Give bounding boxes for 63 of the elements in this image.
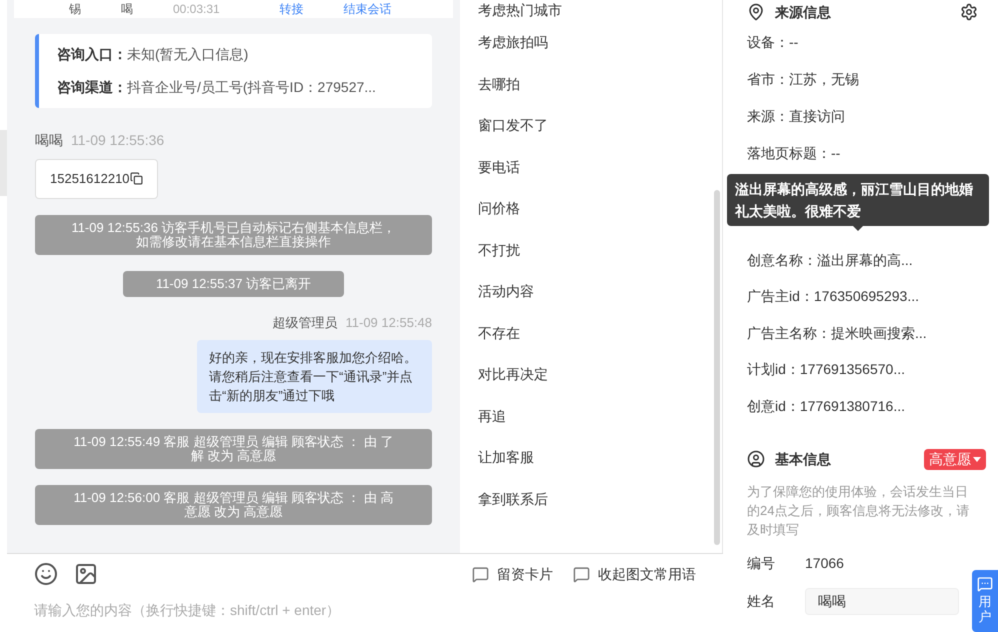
source-info: 设备：-- <box>747 33 800 52</box>
user-icon <box>747 450 765 468</box>
quick-phrase[interactable]: 考虑热门城市 <box>478 0 714 22</box>
status-dropdown[interactable]: 高意愿 <box>924 448 986 470</box>
agent-name: 喝 <box>121 2 133 16</box>
location-pin-icon <box>747 3 765 21</box>
sender-name: 超级管理员 <box>272 314 338 332</box>
source-info: 广告主名称：提米映画搜索... <box>747 324 928 343</box>
quick-phrase[interactable]: 再追 <box>478 396 714 437</box>
comment-icon <box>472 566 489 582</box>
source-info: 计划id：177691356570... <box>747 360 906 380</box>
field-value: 17066 <box>805 554 844 572</box>
scrollbar[interactable] <box>714 190 720 545</box>
tooltip: 溢出屏幕的高级感，丽江雪山目的地婚礼太美啦。很难不爱 <box>727 174 989 226</box>
source-info: 来源：直接访问 <box>747 107 846 126</box>
field-label: 姓名 <box>747 592 776 610</box>
source-info: 创意名称：溢出屏幕的高... <box>747 250 914 270</box>
quick-phrase[interactable]: 对比再决定 <box>478 354 714 396</box>
quick-phrase[interactable]: 不存在 <box>478 312 714 354</box>
session-duration: 00:03:31 <box>173 2 220 16</box>
system-message: 11-09 12:55:37 访客已离开 <box>122 270 344 296</box>
quick-phrase[interactable]: 让加客服 <box>478 437 714 478</box>
message-time: 11-09 12:55:48 <box>346 314 432 332</box>
source-info: 创意id：177691380716... <box>747 396 906 416</box>
message-time: 11-09 12:55:36 <box>71 131 164 150</box>
quick-phrase[interactable]: 活动内容 <box>478 271 714 312</box>
name-field[interactable]: 喝喝 <box>805 588 959 614</box>
quick-phrase[interactable]: 考虑旅拍吗 <box>478 22 714 64</box>
system-message: 11-09 12:55:36 访客手机号已自动标记右侧基本信息栏，如需修改请在基本信息栏直接操作 <box>35 214 432 254</box>
visitor-name: 锡 <box>69 2 81 16</box>
quick-phrase[interactable]: 窗口发不了 <box>478 105 714 146</box>
sender-name: 喝喝 <box>35 131 63 150</box>
consult-info: 咨询渠道：抖音企业号/员工号(抖音号ID：279527... <box>57 78 377 97</box>
quick-phrase[interactable]: 拿到联系后 <box>478 478 714 520</box>
section-title: 基本信息 <box>775 450 831 468</box>
toolbar-button[interactable]: 收起图文常用语 <box>573 564 696 584</box>
source-info: 省市：江苏，无锡 <box>747 70 860 89</box>
message-bubble: 15251612210 <box>35 159 158 198</box>
copy-icon[interactable] <box>130 172 143 186</box>
message-bubble: 好的亲，现在安排客服加您介绍哈。请您稍后注意查看一下“通讯录”并点击“新的朋友”通过下哦 <box>197 340 432 413</box>
notice-text: 为了保障您的使用体验，会话发生当日的24点之后，顾客信息将无法修改，请及时填写 <box>747 482 970 538</box>
source-info: 广告主id：176350695293... <box>747 287 920 306</box>
chat-icon <box>977 576 993 592</box>
header-link[interactable]: 结束会话 <box>344 2 392 16</box>
quick-phrase[interactable]: 不打扰 <box>478 230 714 271</box>
comment-icon <box>573 566 590 582</box>
system-message: 11-09 12:56:00 客服 超级管理员 编辑 顾客状态 ： 由 高意愿 改为 高意愿 <box>35 485 432 525</box>
settings-icon[interactable] <box>960 3 978 21</box>
source-info: 落地页标题：-- <box>747 144 842 163</box>
image-icon[interactable] <box>74 562 98 586</box>
message-input[interactable]: 请输入您的内容（换行快捷键：shift/ctrl + enter） <box>34 600 696 621</box>
section-title: 来源信息 <box>775 2 831 22</box>
tooltip-arrow <box>853 226 863 231</box>
emoji-icon[interactable] <box>34 562 58 586</box>
quick-phrase[interactable]: 要电话 <box>478 146 714 188</box>
toolbar-button[interactable]: 留资卡片 <box>472 564 553 584</box>
consult-info: 咨询入口：未知(暂无入口信息) <box>57 45 250 64</box>
header-link[interactable]: 转接 <box>280 2 304 16</box>
user-float-button[interactable]: 用户 <box>972 570 998 632</box>
quick-phrase[interactable]: 问价格 <box>478 188 714 230</box>
field-label: 编号 <box>747 554 776 572</box>
quick-phrase[interactable]: 去哪拍 <box>478 64 714 105</box>
system-message: 11-09 12:55:49 客服 超级管理员 编辑 顾客状态 ： 由 了解 改为 高意愿 <box>35 429 432 469</box>
